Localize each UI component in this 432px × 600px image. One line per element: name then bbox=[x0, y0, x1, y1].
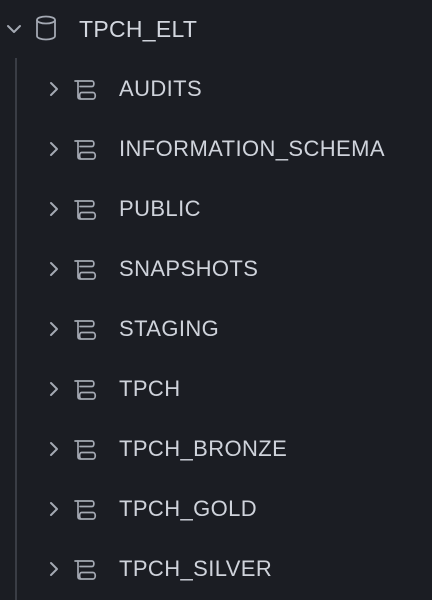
schema-icon bbox=[73, 318, 99, 342]
schema-name: AUDITS bbox=[119, 76, 203, 101]
schema-list: AUDITS INFORMATION_SCHEMA PUBLIC SNAPSHO… bbox=[0, 59, 432, 599]
schema-icon bbox=[73, 558, 99, 582]
schema-name: TPCH_BRONZE bbox=[119, 436, 288, 461]
database-icon bbox=[34, 15, 58, 41]
object-explorer-tree: TPCH_ELT AUDITS INFORMATION_SCHEMA PUBLI… bbox=[0, 0, 432, 600]
tree-node-schema-tpch-gold[interactable]: TPCH_GOLD bbox=[0, 479, 432, 539]
schema-name: INFORMATION_SCHEMA bbox=[119, 136, 385, 161]
schema-name: STAGING bbox=[119, 316, 220, 341]
schema-name: TPCH bbox=[119, 376, 181, 401]
schema-icon bbox=[73, 78, 99, 102]
chevron-right-icon[interactable] bbox=[44, 139, 64, 159]
chevron-right-icon[interactable] bbox=[44, 79, 64, 99]
chevron-right-icon[interactable] bbox=[44, 439, 64, 459]
tree-node-schema-public[interactable]: PUBLIC bbox=[0, 179, 432, 239]
schema-name: PUBLIC bbox=[119, 196, 201, 221]
schema-icon bbox=[73, 378, 99, 402]
chevron-right-icon[interactable] bbox=[44, 559, 64, 579]
tree-node-schema-snapshots[interactable]: SNAPSHOTS bbox=[0, 239, 432, 299]
schema-name: TPCH_SILVER bbox=[119, 556, 273, 581]
schema-icon bbox=[73, 258, 99, 282]
chevron-right-icon[interactable] bbox=[44, 499, 64, 519]
tree-node-schema-tpch[interactable]: TPCH bbox=[0, 359, 432, 419]
tree-node-schema-staging[interactable]: STAGING bbox=[0, 299, 432, 359]
schema-name: SNAPSHOTS bbox=[119, 256, 259, 281]
schema-icon bbox=[73, 198, 99, 222]
chevron-right-icon[interactable] bbox=[44, 319, 64, 339]
tree-node-schema-audits[interactable]: AUDITS bbox=[0, 59, 432, 119]
database-name: TPCH_ELT bbox=[79, 16, 198, 42]
tree-node-schema-information-schema[interactable]: INFORMATION_SCHEMA bbox=[0, 119, 432, 179]
schema-name: TPCH_GOLD bbox=[119, 496, 258, 521]
chevron-right-icon[interactable] bbox=[44, 199, 64, 219]
tree-node-schema-tpch-bronze[interactable]: TPCH_BRONZE bbox=[0, 419, 432, 479]
tree-node-database[interactable]: TPCH_ELT bbox=[0, 0, 432, 56]
tree-node-schema-tpch-silver[interactable]: TPCH_SILVER bbox=[0, 539, 432, 599]
schema-icon bbox=[73, 498, 99, 522]
schema-icon bbox=[73, 438, 99, 462]
schema-icon bbox=[73, 138, 99, 162]
chevron-down-icon[interactable] bbox=[4, 19, 24, 39]
chevron-right-icon[interactable] bbox=[44, 259, 64, 279]
chevron-right-icon[interactable] bbox=[44, 379, 64, 399]
